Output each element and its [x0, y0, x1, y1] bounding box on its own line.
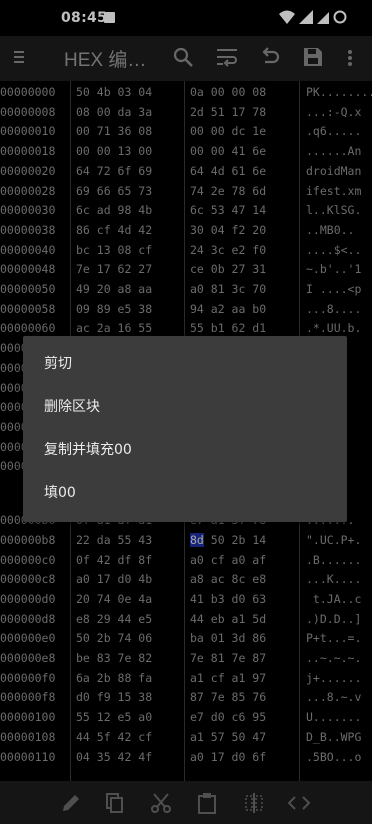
- menu-item-cut[interactable]: 剪切: [44, 343, 324, 386]
- context-menu: 剪切 删除区块 复制并填充00 填00: [23, 336, 347, 522]
- menu-item-fill-00[interactable]: 填00: [44, 472, 324, 515]
- menu-item-copy-fill-00[interactable]: 复制并填充00: [44, 429, 324, 472]
- menu-item-delete-block[interactable]: 删除区块: [44, 386, 324, 429]
